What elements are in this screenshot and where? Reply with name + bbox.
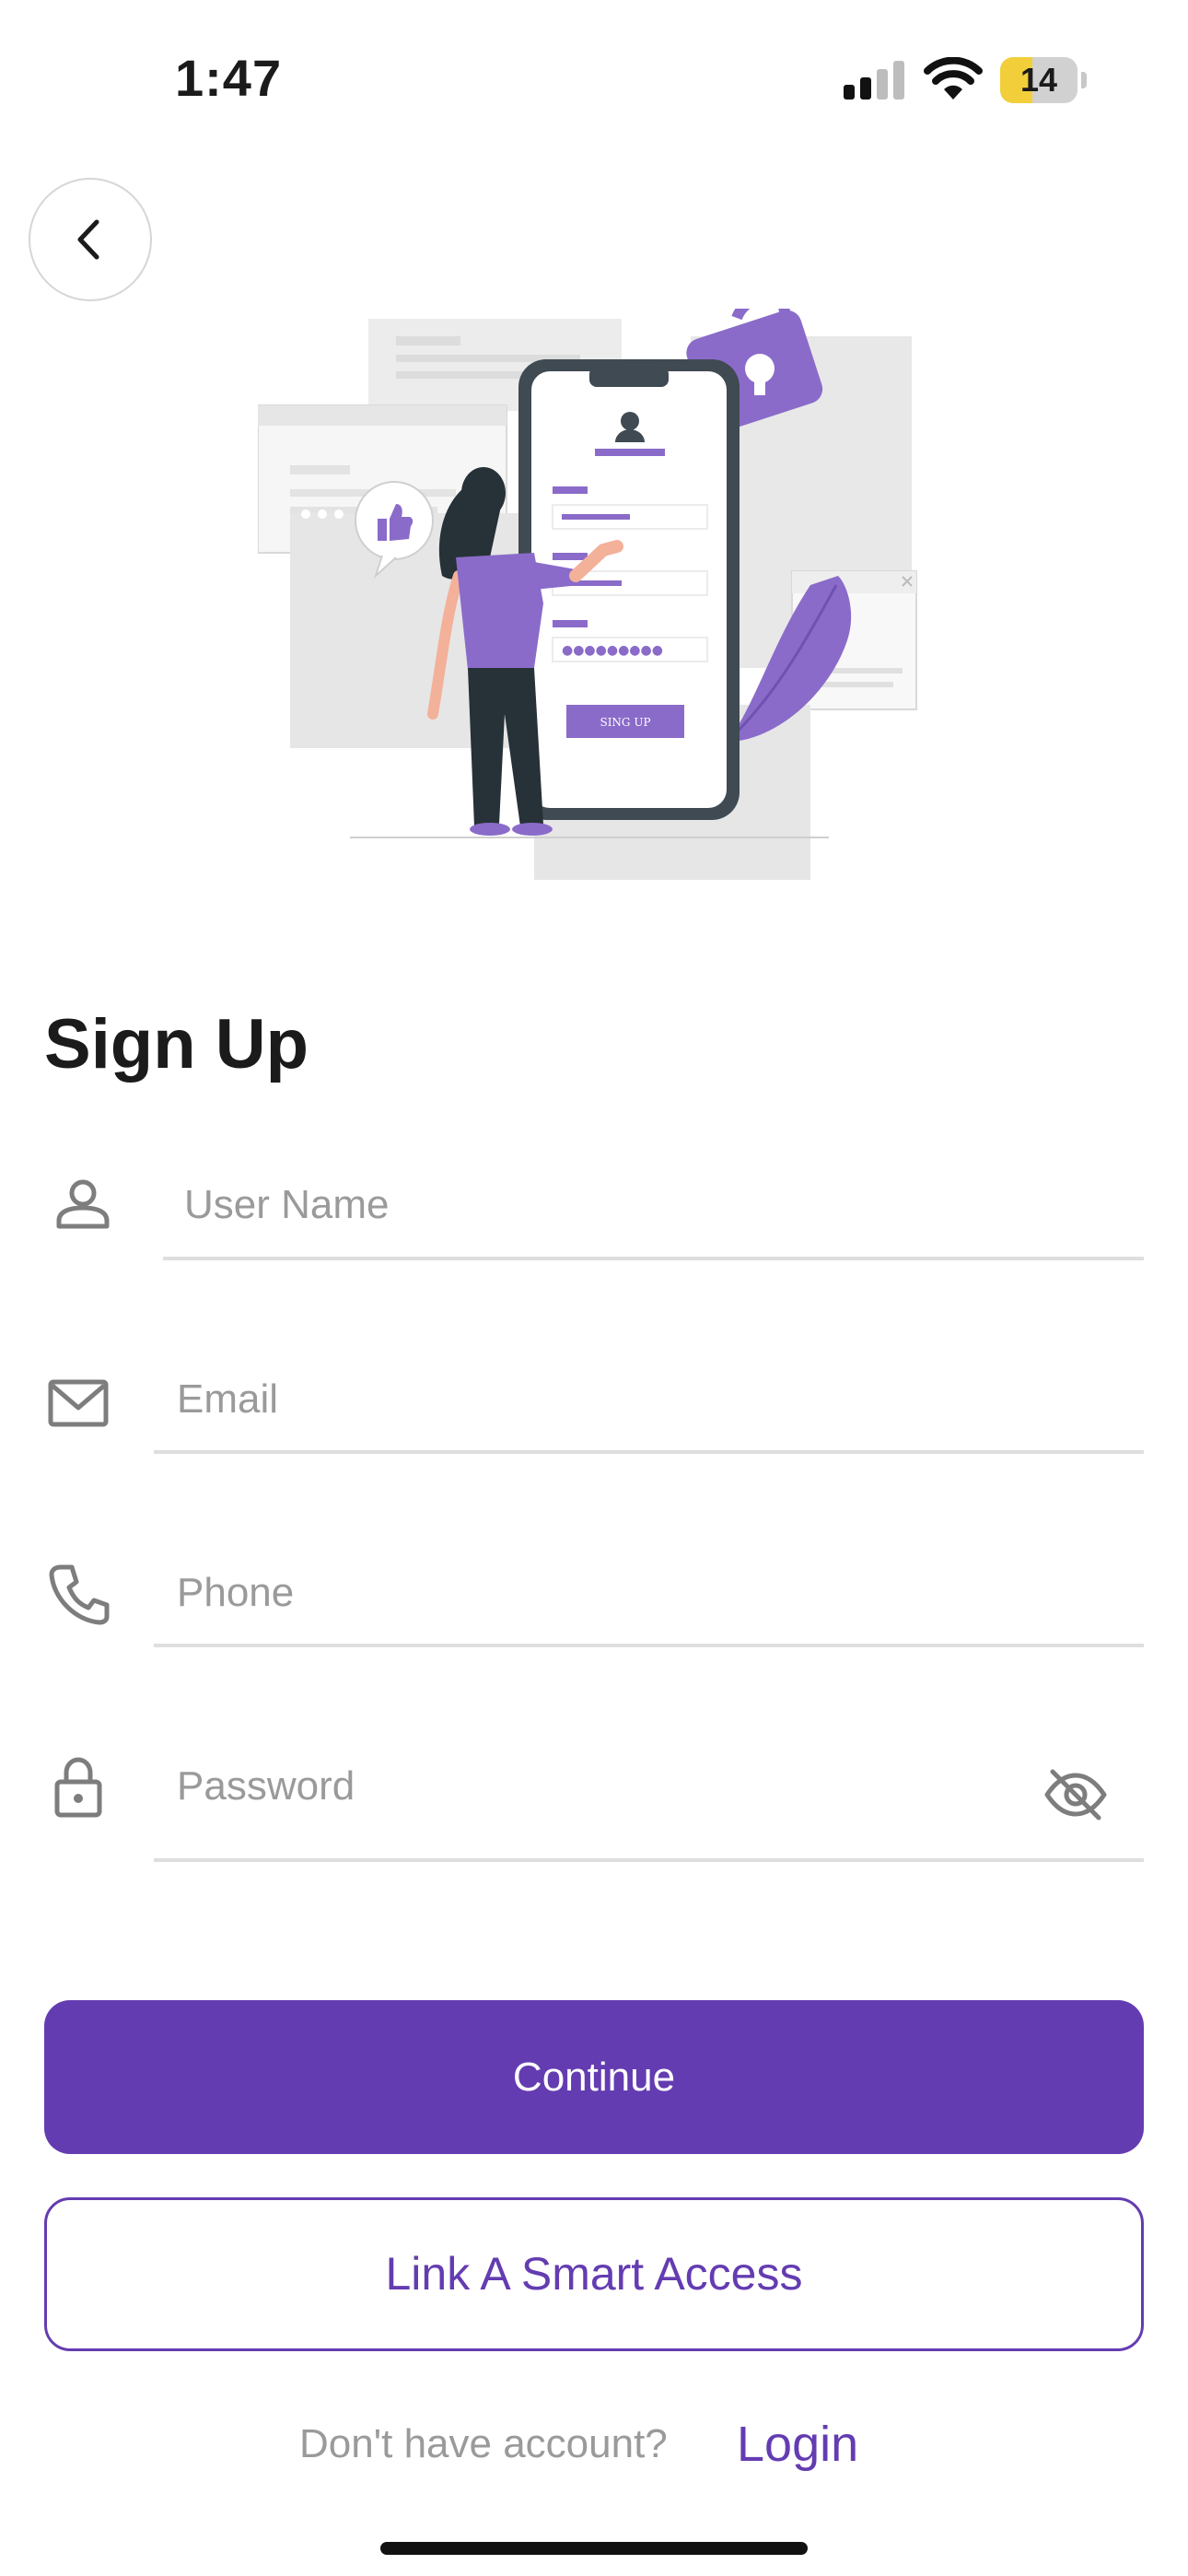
- email-underline: [154, 1450, 1144, 1454]
- signup-illustration: ●●●●●●●●● SING UP: [258, 309, 917, 880]
- chevron-left-icon: [77, 219, 99, 260]
- email-input[interactable]: Email: [177, 1376, 278, 1423]
- continue-button[interactable]: Continue: [44, 2000, 1144, 2154]
- status-time: 1:47: [175, 49, 283, 107]
- battery-icon: 14: [1000, 57, 1089, 103]
- link-smart-access-button[interactable]: Link A Smart Access: [44, 2197, 1144, 2351]
- username-input[interactable]: User Name: [184, 1182, 390, 1228]
- back-button[interactable]: [29, 178, 152, 301]
- phone-input[interactable]: Phone: [177, 1570, 294, 1616]
- password-input[interactable]: Password: [177, 1763, 355, 1809]
- wifi-icon: [924, 57, 983, 100]
- illustration-signup-text: SING UP: [600, 716, 650, 729]
- battery-percent: 14: [1019, 61, 1058, 99]
- login-link[interactable]: Login: [737, 2416, 858, 2473]
- phone-icon: [49, 1564, 110, 1625]
- home-indicator[interactable]: [380, 2542, 808, 2555]
- eye-off-icon[interactable]: [1043, 1762, 1108, 1827]
- page-title: Sign Up: [44, 1005, 309, 1083]
- lock-icon: [54, 1757, 102, 1818]
- mail-icon: [48, 1379, 109, 1427]
- phone-underline: [154, 1644, 1144, 1647]
- username-underline: [163, 1257, 1144, 1260]
- password-underline: [154, 1858, 1144, 1862]
- cellular-signal-icon: [844, 61, 904, 100]
- account-prompt: Don't have account?: [299, 2421, 668, 2466]
- user-icon: [56, 1179, 110, 1229]
- svg-text:●●●●●●●●●: ●●●●●●●●●: [562, 643, 663, 658]
